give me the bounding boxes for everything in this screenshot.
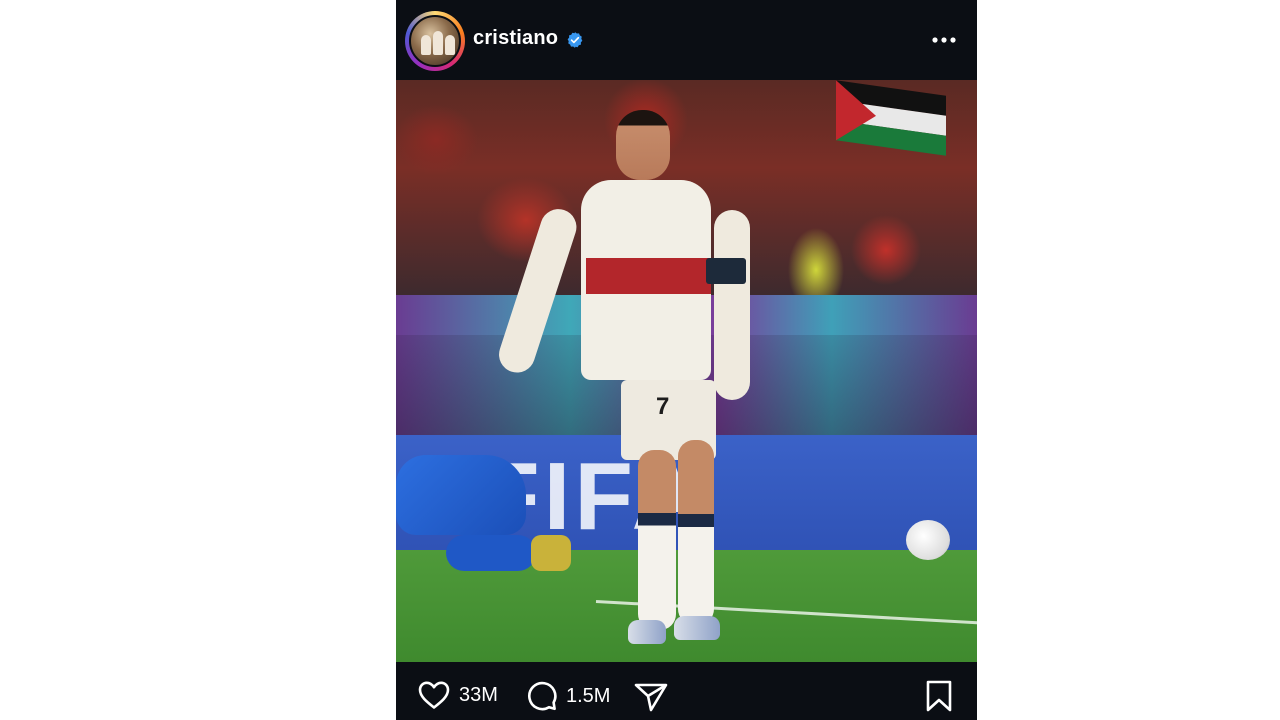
instagram-post: cristiano FIFA 7 33M 1.5M: [396, 0, 977, 720]
post-header: cristiano: [396, 0, 977, 80]
avatar-figure: [445, 35, 455, 55]
avatar[interactable]: [409, 15, 461, 67]
player-figure: 7: [494, 110, 766, 650]
bookmark-icon[interactable]: [925, 680, 953, 712]
avatar-story-ring[interactable]: [405, 11, 465, 71]
post-image[interactable]: FIFA 7: [396, 80, 977, 662]
like-count: 33M: [459, 683, 498, 706]
post-username[interactable]: cristiano: [473, 27, 558, 50]
more-horizontal-icon[interactable]: [931, 30, 957, 50]
like-button[interactable]: 33M: [417, 680, 498, 710]
avatar-figure: [433, 31, 443, 55]
avatar-figure: [421, 35, 431, 55]
comment-icon: [528, 681, 557, 711]
heart-icon: [418, 681, 450, 709]
comment-count: 1.5M: [566, 684, 611, 707]
post-action-bar: 33M 1.5M: [396, 662, 977, 720]
football: [906, 520, 950, 560]
verified-badge-icon: [567, 32, 583, 48]
comment-button[interactable]: 1.5M: [526, 680, 610, 712]
send-icon[interactable]: [634, 682, 668, 712]
